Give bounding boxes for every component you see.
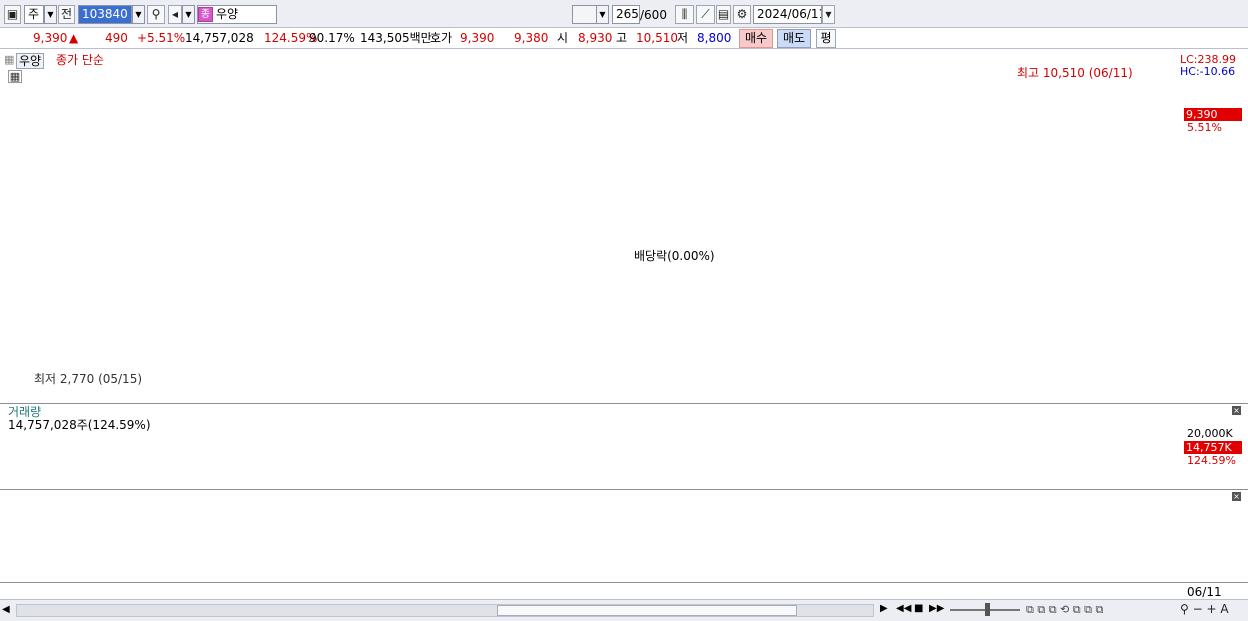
price-tag: 9,390: [1184, 108, 1242, 121]
minute-custom-dropdown-icon[interactable]: ▼: [596, 5, 609, 24]
volume-value: 14,757,028주(124.59%): [6, 418, 153, 432]
stop-icon[interactable]: ■: [914, 603, 923, 614]
time-axis: 06/11: [0, 582, 1248, 599]
prefix-button[interactable]: 전: [58, 5, 75, 24]
buy-button[interactable]: 매수: [739, 29, 773, 48]
volume-axis-label: 20,000K: [1187, 427, 1233, 440]
price-panel: ▦ 우양 종가 단순 ▦ LC:238.99 HC:-10.66 최고 10,5…: [0, 50, 1248, 403]
zoom-icons[interactable]: ⚲ − + A: [1180, 602, 1229, 616]
code-dropdown-icon[interactable]: ▼: [132, 5, 145, 24]
sell-button[interactable]: 매도: [777, 29, 811, 48]
minute-custom-field[interactable]: [572, 5, 598, 24]
current-price: 9,390: [33, 31, 68, 45]
scrollbar-track[interactable]: [16, 604, 874, 617]
count-input[interactable]: 265: [612, 5, 640, 24]
layout-icons[interactable]: ⧉ ⧉ ⧉ ⟲ ⧉ ⧉ ⧉: [1026, 603, 1103, 617]
low-price: 8,800: [697, 31, 732, 45]
volume-close-icon[interactable]: ×: [1232, 406, 1241, 415]
candle-style-icon[interactable]: ⫼: [675, 5, 694, 24]
stock-type-badge: 종: [198, 7, 213, 22]
time-axis-end: 06/11: [1187, 585, 1222, 599]
code-input[interactable]: 103840: [78, 5, 132, 24]
date-input[interactable]: 2024/06/11: [753, 5, 822, 24]
trade-amount: 143,505백만: [360, 31, 432, 45]
quote-bar: 9,390 ▲ 490 +5.51% 14,757,028 124.59% 90…: [0, 28, 1248, 49]
speaker-icon[interactable]: ◂: [168, 5, 182, 24]
high-price: 10,510: [636, 31, 678, 45]
market-dropdown-icon[interactable]: ▼: [44, 5, 57, 24]
window-icon[interactable]: ▣: [4, 5, 21, 24]
holdings-panel: ×: [0, 490, 1248, 582]
zoom-slider-handle[interactable]: [985, 603, 990, 616]
gear-icon[interactable]: ⚙: [733, 5, 751, 24]
chart-window: ▣ 주 ▼ 전 103840 ▼ ⚲ ◂ ▼ 우양 종 ▼ 265 /600 ⫼…: [0, 0, 1248, 621]
speaker-dropdown-icon[interactable]: ▼: [182, 5, 195, 24]
bottom-bar: ◀ ▶ ◀◀ ■ ▶▶ ⧉ ⧉ ⧉ ⟲ ⧉ ⧉ ⧉ ⚲ − + A: [0, 599, 1248, 621]
volume-chart: [0, 404, 1248, 489]
holdings-chart: [0, 490, 1248, 582]
open-price: 8,930: [578, 31, 613, 45]
turnover-rate: 90.17%: [309, 31, 355, 45]
line-tool-icon[interactable]: ⟋: [696, 5, 715, 24]
volume-value: 14,757,028: [185, 31, 254, 45]
volume-panel: 거래량 14,757,028주(124.59%) 20,000K 14,757K…: [0, 404, 1248, 489]
volume-title: 거래량: [6, 405, 44, 419]
price-chart: [0, 50, 1248, 403]
search-icon[interactable]: ⚲: [147, 5, 165, 24]
volume-tag: 14,757K: [1184, 441, 1242, 454]
date-dropdown-icon[interactable]: ▼: [822, 5, 835, 24]
scrollbar-thumb[interactable]: [497, 605, 797, 616]
change-value: 490: [105, 31, 128, 45]
bid-label: 호가: [430, 31, 453, 45]
ask-price: 9,380: [514, 31, 549, 45]
scroll-right-icon[interactable]: ▶: [880, 603, 888, 614]
high-annotation: 최고 10,510 (06/11): [1017, 66, 1133, 80]
hc-value: HC:-10.66: [1180, 65, 1236, 78]
low-label: 저: [677, 31, 689, 45]
open-label: 시: [557, 31, 569, 45]
volume-percent-tag: 124.59%: [1187, 454, 1236, 467]
low-annotation: 최저 2,770 (05/15): [34, 372, 143, 386]
average-button[interactable]: 평: [816, 29, 836, 48]
toolbar: ▣ 주 ▼ 전 103840 ▼ ⚲ ◂ ▼ 우양 종 ▼ 265 /600 ⫼…: [0, 0, 1248, 28]
up-arrow-icon: ▲: [69, 31, 79, 45]
percent-tag: 5.51%: [1187, 121, 1222, 134]
holdings-close-icon[interactable]: ×: [1232, 492, 1241, 501]
market-select[interactable]: 주: [24, 5, 44, 24]
fast-forward-icon[interactable]: ▶▶: [929, 603, 944, 614]
bid-price: 9,390: [460, 31, 495, 45]
count-max: /600: [640, 8, 667, 22]
save-icon[interactable]: ▤: [716, 5, 731, 24]
dividend-annotation: 배당락(0.00%): [634, 249, 715, 263]
change-percent: +5.51%: [137, 31, 186, 45]
rewind-icon[interactable]: ◀◀: [896, 603, 911, 614]
high-label: 고: [616, 31, 628, 45]
scroll-left-icon[interactable]: ◀: [2, 603, 14, 617]
